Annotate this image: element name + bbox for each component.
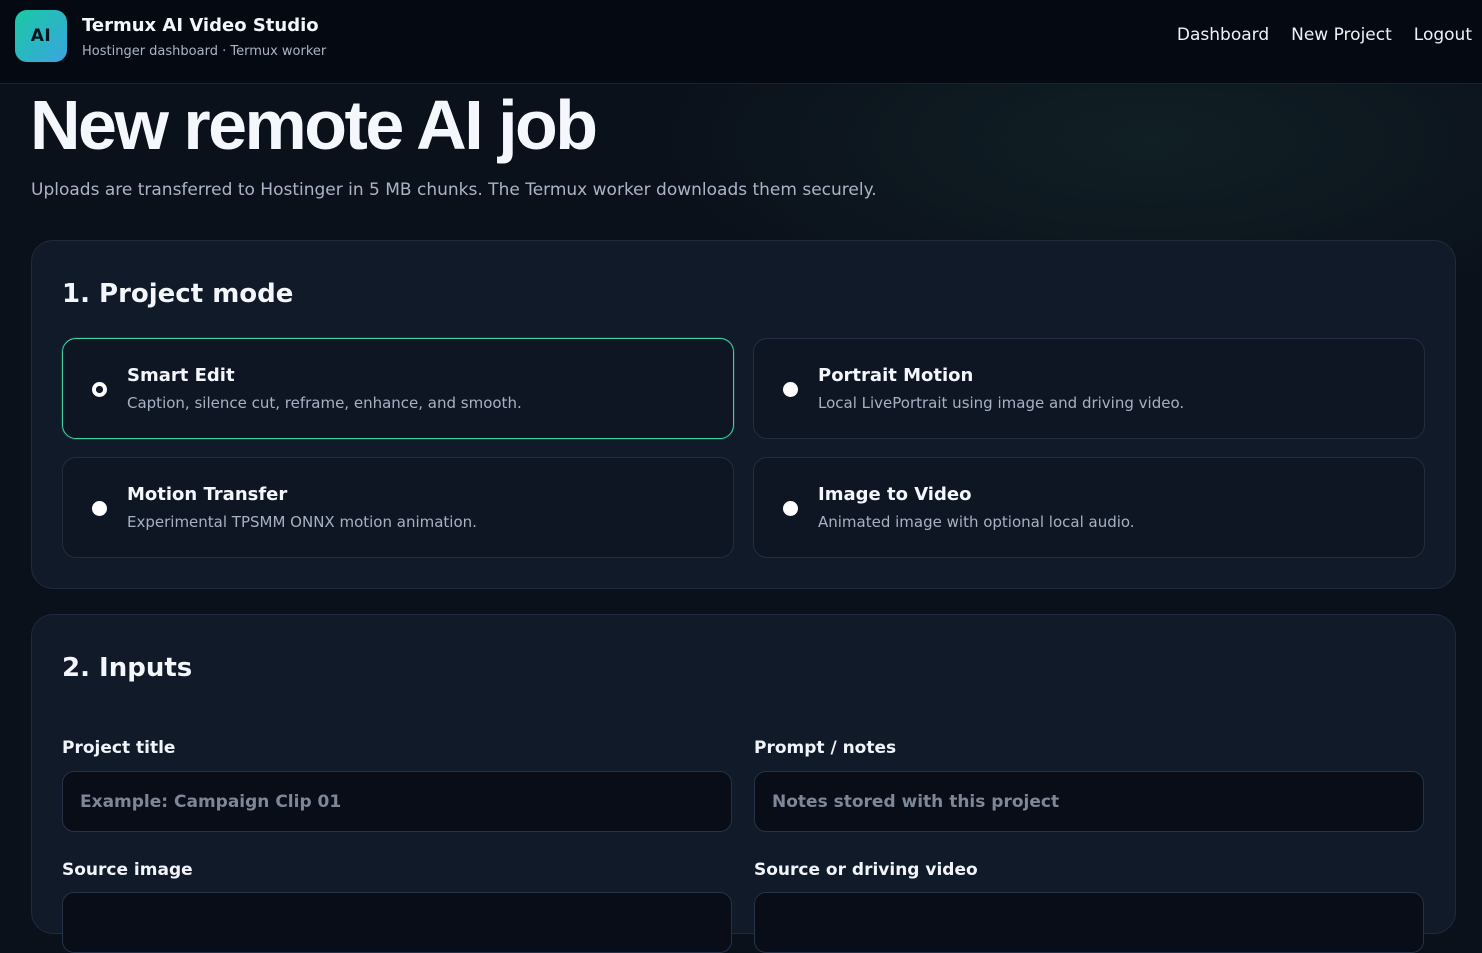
source-image-label: Source image (62, 860, 193, 880)
mode-option-title: Portrait Motion (818, 365, 974, 386)
project-title-label: Project title (62, 738, 176, 758)
project-mode-heading: 1. Project mode (62, 279, 294, 309)
app-subtitle: Hostinger dashboard · Termux worker (82, 44, 327, 59)
prompt-notes-label: Prompt / notes (754, 738, 897, 758)
project-mode-card: 1. Project mode Smart Edit Caption, sile… (31, 240, 1456, 589)
source-video-label: Source or driving video (754, 860, 978, 880)
prompt-notes-input[interactable] (754, 771, 1424, 832)
nav-logout-link[interactable]: Logout (1414, 25, 1472, 45)
source-video-file-input[interactable] (754, 892, 1424, 953)
mode-option-desc: Animated image with optional local audio… (818, 513, 1135, 531)
project-title-input[interactable] (62, 771, 732, 832)
inputs-heading: 2. Inputs (62, 653, 193, 683)
mode-option-smart-edit[interactable]: Smart Edit Caption, silence cut, reframe… (62, 338, 734, 439)
mode-option-portrait-motion[interactable]: Portrait Motion Local LivePortrait using… (753, 338, 1425, 439)
mode-option-desc: Experimental TPSMM ONNX motion animation… (127, 513, 477, 531)
mode-option-desc: Local LivePortrait using image and drivi… (818, 394, 1185, 412)
mode-option-title: Motion Transfer (127, 484, 288, 505)
mode-option-title: Image to Video (818, 484, 972, 505)
inputs-card: 2. Inputs Project title Prompt / notes S… (31, 614, 1456, 953)
mode-option-title: Smart Edit (127, 365, 235, 386)
nav-dashboard-link[interactable]: Dashboard (1177, 25, 1269, 45)
radio-portrait-motion[interactable] (783, 382, 798, 397)
radio-image-to-video[interactable] (783, 501, 798, 516)
page-subtitle: Uploads are transferred to Hostinger in … (31, 180, 877, 200)
radio-smart-edit[interactable] (92, 382, 107, 397)
radio-motion-transfer[interactable] (92, 501, 107, 516)
main-nav: Dashboard New Project Logout (1177, 25, 1472, 45)
page-title: New remote AI job (30, 86, 598, 164)
mode-option-motion-transfer[interactable]: Motion Transfer Experimental TPSMM ONNX … (62, 457, 734, 558)
app-title: Termux AI Video Studio (82, 15, 319, 36)
app-logo[interactable]: AI (15, 10, 67, 62)
mode-option-image-to-video[interactable]: Image to Video Animated image with optio… (753, 457, 1425, 558)
logo-text: AI (30, 26, 52, 46)
nav-new-project-link[interactable]: New Project (1291, 25, 1392, 45)
top-bar: AI Termux AI Video Studio Hostinger dash… (0, 0, 1482, 84)
source-image-file-input[interactable] (62, 892, 732, 953)
mode-option-desc: Caption, silence cut, reframe, enhance, … (127, 394, 522, 412)
